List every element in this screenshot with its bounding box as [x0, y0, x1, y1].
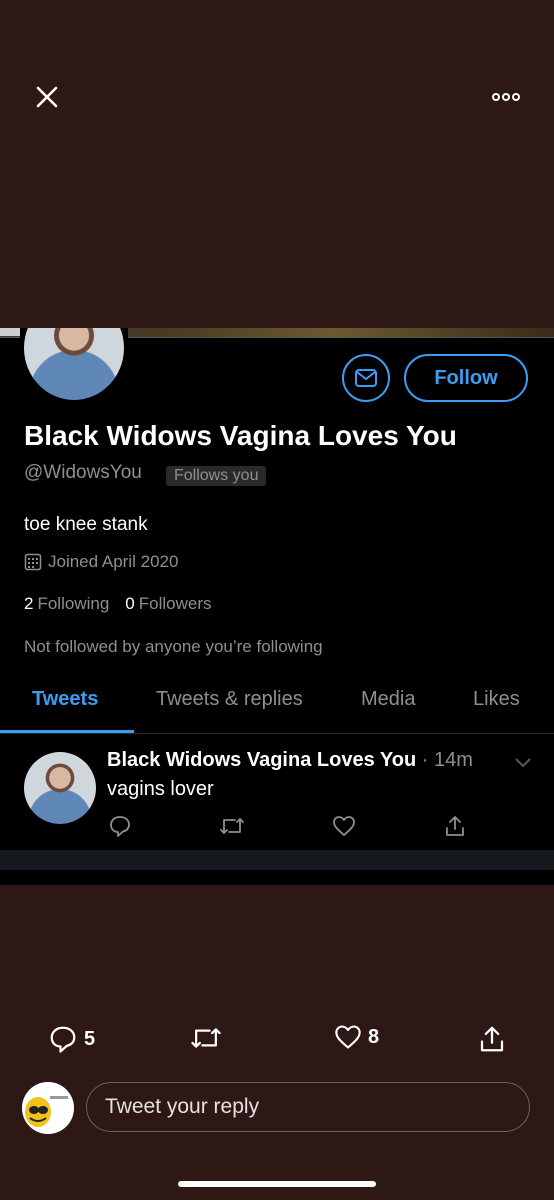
close-button[interactable]: [30, 80, 64, 114]
chevron-down-icon: [515, 758, 531, 768]
tab-tweets[interactable]: Tweets: [32, 688, 98, 711]
tab-likes[interactable]: Likes: [473, 688, 520, 711]
more-icon: [492, 93, 520, 101]
share-button[interactable]: [477, 1024, 507, 1054]
share-icon: [480, 1026, 504, 1052]
tweet-avatar[interactable]: [24, 752, 96, 824]
tabs-divider: [0, 733, 554, 734]
tweet-reply-button[interactable]: [107, 813, 133, 839]
followers-stat[interactable]: 0 Followers: [125, 594, 211, 614]
retweet-button[interactable]: [190, 1024, 222, 1052]
like-button[interactable]: 8: [334, 1024, 379, 1050]
close-icon: [36, 86, 58, 108]
profile-avatar: [20, 328, 128, 404]
tweet-share-button[interactable]: [442, 813, 468, 839]
mail-icon: [355, 369, 377, 387]
tweet-retweet-button[interactable]: [219, 813, 245, 839]
following-label: Following: [37, 594, 110, 613]
profile-handle: @WidowsYou: [24, 462, 142, 483]
profile-display-name: Black Widows Vagina Loves You: [24, 420, 457, 451]
following-stat[interactable]: 2 Following: [24, 594, 109, 614]
calendar-icon: [24, 553, 42, 571]
attached-screenshot[interactable]: Follow Black Widows Vagina Loves You @Wi…: [0, 328, 554, 885]
retweet-icon: [220, 818, 244, 834]
joined-date: Joined April 2020: [24, 552, 178, 572]
joined-label: Joined April 2020: [48, 552, 179, 571]
follow-button[interactable]: Follow: [404, 354, 528, 402]
reply-button[interactable]: 5: [48, 1024, 95, 1054]
tab-media[interactable]: Media: [361, 688, 415, 711]
tweet-header: Black Widows Vagina Loves You · 14m: [107, 749, 473, 772]
viewer-action-bar: 5 8: [0, 1024, 554, 1058]
reply-icon: [110, 816, 130, 837]
followers-label: Followers: [138, 594, 212, 613]
share-icon: [446, 816, 464, 836]
followers-count: 0: [125, 594, 135, 613]
reply-input[interactable]: [86, 1082, 530, 1132]
reply-icon: [50, 1026, 76, 1053]
profile-tabs: Tweets Tweets & replies Media Likes: [0, 684, 554, 734]
like-count: 8: [368, 1025, 380, 1048]
follow-stats: 2 Following 0 Followers: [24, 594, 212, 614]
follows-you-badge: Follows you: [166, 466, 267, 486]
tweet-menu-button[interactable]: [512, 754, 534, 770]
tweet-timestamp: · 14m: [416, 749, 473, 771]
user-avatar[interactable]: [22, 1082, 74, 1134]
not-followed-note: Not followed by anyone you’re following: [24, 637, 323, 656]
reply-composer: [0, 1080, 554, 1134]
avatar-image: [22, 1082, 74, 1134]
following-count: 2: [24, 594, 34, 613]
profile-bio: toe knee stank: [24, 514, 148, 535]
more-options-button[interactable]: [488, 84, 524, 110]
heart-icon: [335, 1025, 361, 1049]
timeline-spacer: [0, 850, 554, 870]
tweet-like-button[interactable]: [331, 813, 357, 839]
home-indicator[interactable]: [178, 1181, 376, 1187]
message-button[interactable]: [342, 354, 390, 402]
retweet-icon: [191, 1028, 221, 1048]
tweet-text: vagins lover: [107, 778, 214, 800]
reply-count: 5: [84, 1027, 96, 1050]
tweet-author-name: Black Widows Vagina Loves You: [107, 749, 417, 771]
heart-icon: [333, 816, 355, 836]
tab-tweets-replies[interactable]: Tweets & replies: [156, 688, 303, 711]
